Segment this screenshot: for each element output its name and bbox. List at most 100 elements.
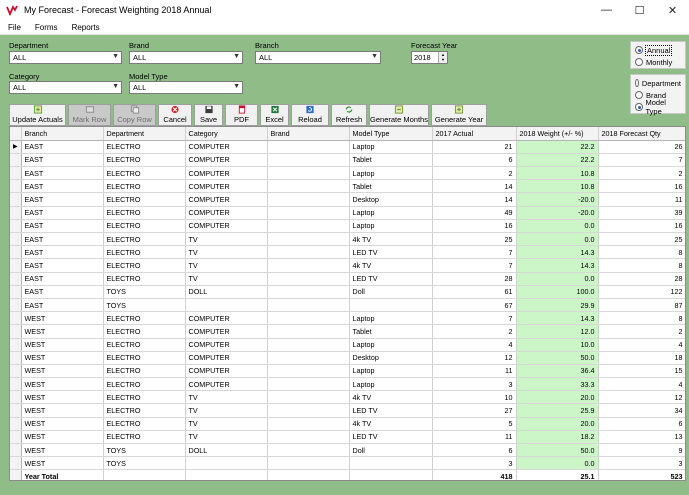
reload-button[interactable]: Reload	[291, 104, 329, 126]
row-header[interactable]	[10, 403, 22, 418]
row-header[interactable]	[10, 298, 22, 313]
row-header[interactable]	[10, 417, 22, 431]
cell-2018-weight[interactable]: 36.4	[516, 364, 599, 379]
cell-2018-weight[interactable]: 0.0	[516, 219, 599, 234]
cell-2018-weight[interactable]: 0.0	[516, 232, 599, 247]
model-type-select[interactable]: ALL ▼	[129, 81, 243, 94]
cell-2018-weight[interactable]: 10.8	[516, 166, 599, 181]
cell-2018-weight[interactable]: 50.0	[516, 351, 599, 365]
row-header[interactable]	[10, 258, 22, 273]
chevron-down-icon[interactable]: ▼	[112, 53, 119, 60]
forecast-year-spinner[interactable]: 2018 ▲ ▼	[411, 51, 448, 64]
row-header[interactable]	[10, 219, 22, 234]
row-header[interactable]	[10, 232, 22, 247]
table-row[interactable]: EAST ELECTRO COMPUTER Laptop 16 0.0 16	[10, 219, 685, 234]
row-header[interactable]	[10, 192, 22, 207]
spinner-arrows-icon[interactable]: ▲ ▼	[438, 52, 447, 63]
table-row[interactable]: EAST ELECTRO COMPUTER Tablet 14 10.8 16	[10, 179, 685, 194]
table-row[interactable]: WEST TOYS 3 0.0 3	[10, 456, 685, 471]
pdf-button[interactable]: PDF	[225, 104, 258, 126]
row-header[interactable]	[10, 311, 22, 326]
column-header-brand[interactable]: Brand	[267, 127, 350, 141]
cell-2018-weight[interactable]: 50.0	[516, 443, 599, 458]
excel-button[interactable]: Excel	[260, 104, 289, 126]
table-row[interactable]: EAST ELECTRO TV LED TV 7 14.3 8	[10, 245, 685, 260]
row-header[interactable]	[10, 245, 22, 260]
cell-2018-weight[interactable]: 18.2	[516, 430, 599, 445]
table-row[interactable]: EAST TOYS DOLL Doll 61 100.0 122	[10, 285, 685, 299]
branch-select[interactable]: ALL ▼	[255, 51, 381, 64]
column-header-department[interactable]: Department	[103, 127, 186, 141]
row-header[interactable]	[10, 364, 22, 379]
table-row[interactable]: WEST TOYS DOLL Doll 6 50.0 9	[10, 443, 685, 458]
forecast-grid[interactable]: Branch Department Category Brand Model T…	[9, 126, 686, 481]
cell-2018-weight[interactable]: 0.0	[516, 272, 599, 286]
cell-2018-weight[interactable]: 25.9	[516, 403, 599, 418]
cell-2018-weight[interactable]: 10.8	[516, 179, 599, 194]
column-header-2017-actual[interactable]: 2017 Actual	[432, 127, 517, 141]
column-header-model-type[interactable]: Model Type	[349, 127, 433, 141]
copy-row-button[interactable]: Copy Row	[113, 104, 156, 126]
row-header[interactable]	[10, 377, 22, 392]
row-header[interactable]	[10, 390, 22, 405]
refresh-button[interactable]: Refresh	[331, 104, 367, 126]
cell-2018-weight[interactable]: 100.0	[516, 285, 599, 299]
row-header[interactable]	[10, 153, 22, 168]
table-row[interactable]: EAST ELECTRO COMPUTER Laptop 49 -20.0 39	[10, 206, 685, 220]
update-actuals-button[interactable]: Update Actuals	[9, 104, 66, 126]
table-row[interactable]: EAST ELECTRO COMPUTER Tablet 6 22.2 7	[10, 153, 685, 168]
monthly-radio[interactable]: Monthly	[635, 56, 681, 68]
row-header[interactable]	[10, 338, 22, 352]
cell-2018-weight[interactable]: 29.9	[516, 298, 599, 313]
row-header[interactable]	[10, 166, 22, 181]
cell-2018-weight[interactable]: 33.3	[516, 377, 599, 392]
cell-2018-weight[interactable]: 14.3	[516, 245, 599, 260]
model-type-radio[interactable]: Model Type	[635, 98, 681, 116]
table-row[interactable]: WEST ELECTRO TV LED TV 11 18.2 13	[10, 430, 685, 445]
cell-2018-weight[interactable]: 22.2	[516, 140, 599, 154]
maximize-button[interactable]: ☐	[623, 0, 656, 20]
table-row[interactable]: WEST ELECTRO COMPUTER Desktop 12 50.0 18	[10, 351, 685, 365]
cell-2018-weight[interactable]: 22.2	[516, 153, 599, 168]
table-row[interactable]: WEST ELECTRO TV 4k TV 5 20.0 6	[10, 417, 685, 431]
generate-months-button[interactable]: Generate Months	[369, 104, 429, 126]
table-row[interactable]: ▶ EAST ELECTRO COMPUTER Laptop 21 22.2 26	[10, 140, 685, 154]
table-row[interactable]: WEST ELECTRO TV 4k TV 10 20.0 12	[10, 390, 685, 405]
table-row[interactable]: WEST ELECTRO COMPUTER Tablet 2 12.0 2	[10, 324, 685, 339]
cell-2018-weight[interactable]: 14.3	[516, 311, 599, 326]
row-header[interactable]	[10, 285, 22, 299]
chevron-down-icon[interactable]: ▼	[112, 83, 119, 90]
cancel-button[interactable]: Cancel	[158, 104, 192, 126]
category-select[interactable]: ALL ▼	[9, 81, 122, 94]
column-header-2018-forecast-qty[interactable]: 2018 Forecast Qty	[598, 127, 685, 141]
table-row[interactable]: EAST ELECTRO TV 4k TV 25 0.0 25	[10, 232, 685, 247]
chevron-down-icon[interactable]: ▼	[233, 53, 240, 60]
row-header[interactable]	[10, 179, 22, 194]
table-row[interactable]: EAST TOYS 67 29.9 87	[10, 298, 685, 313]
current-row-indicator-icon[interactable]: ▶	[10, 140, 22, 154]
table-row[interactable]: EAST ELECTRO COMPUTER Desktop 14 -20.0 11	[10, 192, 685, 207]
row-header[interactable]	[10, 351, 22, 365]
department-select[interactable]: ALL ▼	[9, 51, 122, 64]
table-row[interactable]: WEST ELECTRO TV LED TV 27 25.9 34	[10, 403, 685, 418]
cell-2018-weight[interactable]: 0.0	[516, 456, 599, 471]
save-button[interactable]: Save	[194, 104, 223, 126]
table-row[interactable]: EAST ELECTRO TV LED TV 28 0.0 28	[10, 272, 685, 286]
annual-radio[interactable]: Annual	[635, 44, 681, 56]
cell-2018-weight[interactable]: -20.0	[516, 206, 599, 220]
table-row[interactable]: WEST ELECTRO COMPUTER Laptop 11 36.4 15	[10, 364, 685, 379]
column-header-2018-weight[interactable]: 2018 Weight (+/- %)	[516, 127, 599, 141]
table-row[interactable]: EAST ELECTRO COMPUTER Laptop 2 10.8 2	[10, 166, 685, 181]
generate-year-button[interactable]: Generate Year	[431, 104, 487, 126]
cell-2018-weight[interactable]: 14.3	[516, 258, 599, 273]
menu-reports[interactable]: Reports	[64, 23, 106, 32]
column-header-category[interactable]: Category	[185, 127, 268, 141]
row-header[interactable]	[10, 324, 22, 339]
menu-file[interactable]: File	[0, 23, 27, 32]
department-radio[interactable]: Department	[635, 77, 681, 89]
row-header[interactable]	[10, 430, 22, 445]
cell-2018-weight[interactable]: 10.0	[516, 338, 599, 352]
table-row[interactable]: WEST ELECTRO COMPUTER Laptop 3 33.3 4	[10, 377, 685, 392]
chevron-down-icon[interactable]: ▼	[233, 83, 240, 90]
cell-2018-weight[interactable]: 20.0	[516, 417, 599, 431]
